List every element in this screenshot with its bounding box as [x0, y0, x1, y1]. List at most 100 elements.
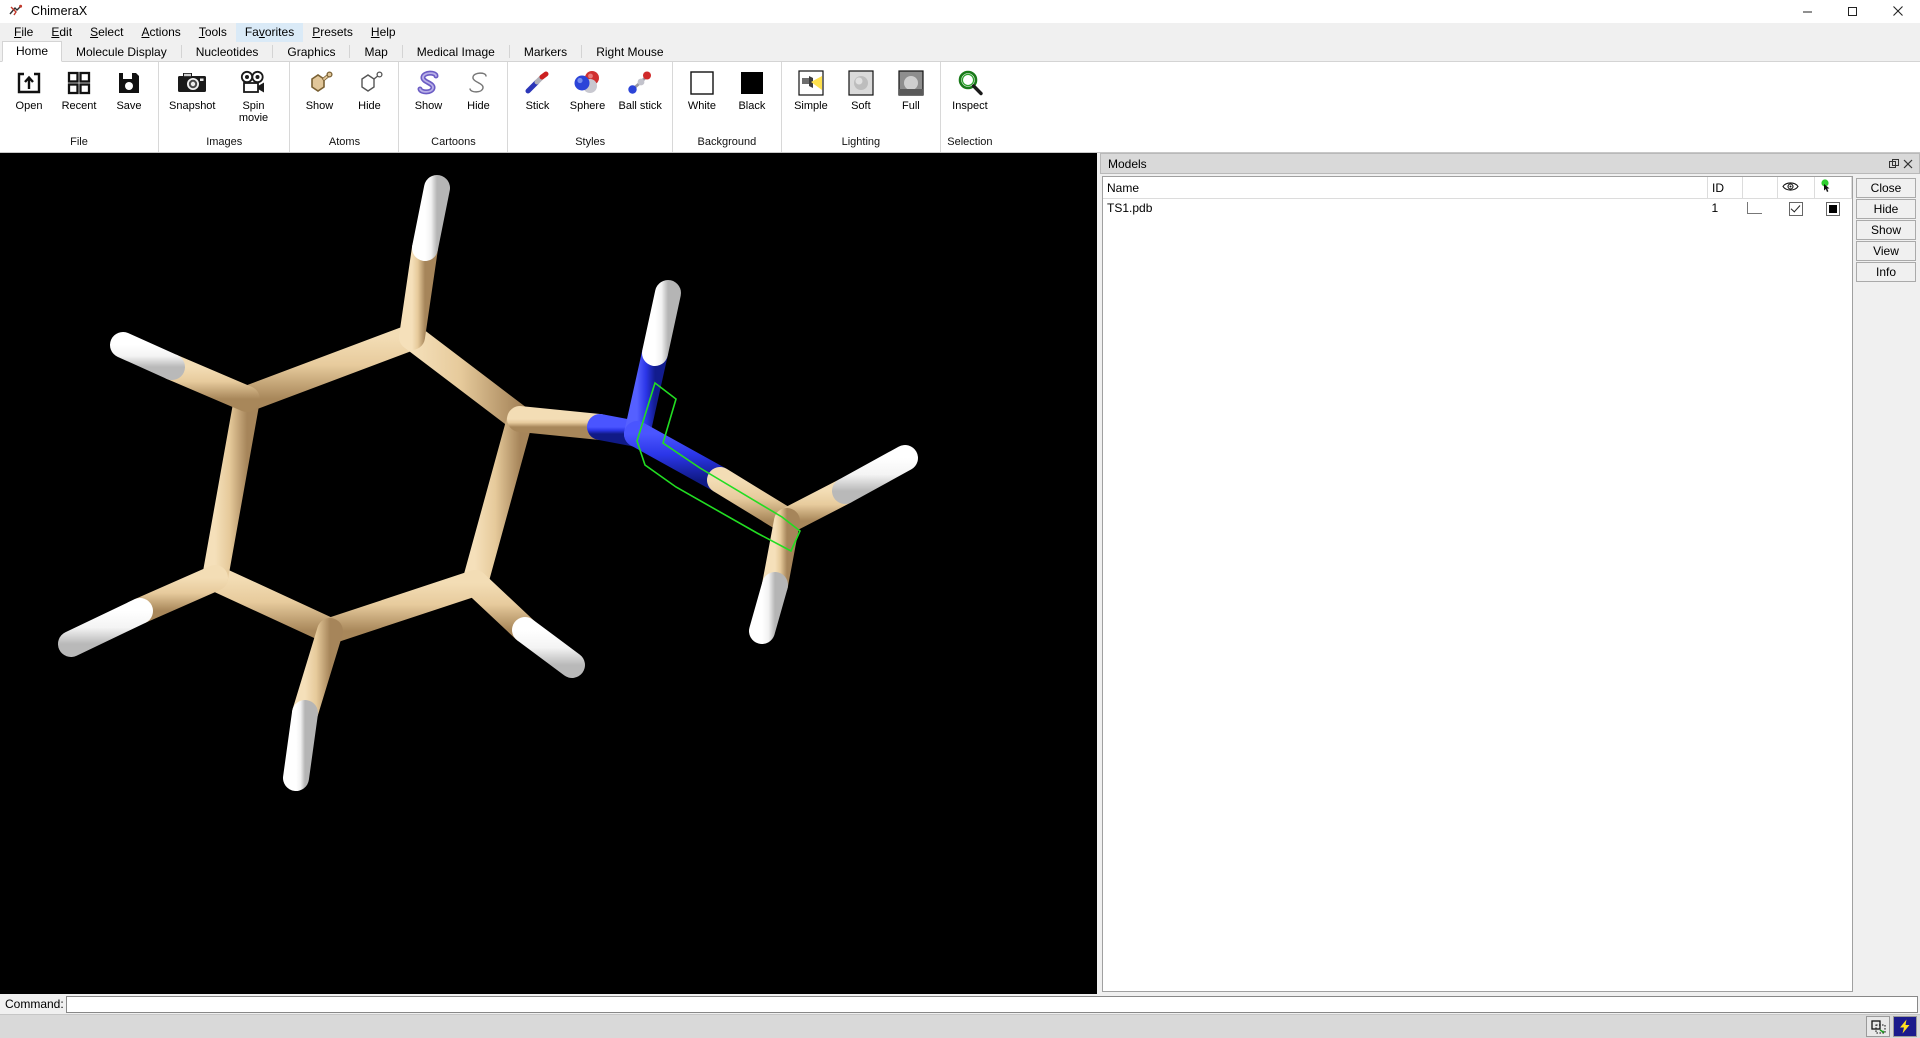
models-panel-title: Models — [1108, 156, 1147, 171]
cartoons-hide-button[interactable]: Hide — [453, 65, 503, 113]
spin-movie-button-label: Spin movie — [238, 100, 269, 124]
lighting-soft-label: Soft — [851, 100, 871, 112]
tab-markers[interactable]: Markers — [510, 42, 581, 62]
minimize-button[interactable] — [1785, 0, 1830, 22]
title-bar-left: ChimeraX — [0, 3, 87, 19]
ball-stick-style-icon — [625, 67, 655, 99]
menu-help[interactable]: Help — [362, 23, 405, 42]
background-black-label: Black — [738, 100, 766, 112]
window-controls — [1785, 0, 1920, 22]
lighting-soft-icon — [847, 67, 875, 99]
column-header-name[interactable]: Name — [1103, 177, 1708, 199]
open-button[interactable]: Open — [4, 65, 54, 113]
lightning-bolt-icon[interactable] — [1893, 1016, 1917, 1037]
cartoon-hide-ribbon-icon — [463, 67, 493, 99]
tab-nucleotides[interactable]: Nucleotides — [182, 42, 273, 62]
ribbon-group-lighting-items: Simple Soft Full — [786, 65, 936, 129]
view-model-button[interactable]: View — [1856, 241, 1916, 261]
visibility-checkbox[interactable] — [1789, 201, 1803, 216]
sphere-style-label: Sphere — [569, 100, 606, 112]
background-white-button[interactable]: White — [677, 65, 727, 113]
model-name-cell[interactable]: TS1.pdb — [1103, 199, 1708, 218]
ribbon-group-lighting: Simple Soft Full Lighting — [780, 62, 940, 152]
table-row[interactable]: TS1.pdb 1 — [1103, 199, 1852, 218]
ribbon-group-images: Snapshot Spin movie Images — [158, 62, 289, 152]
save-button[interactable]: Save — [104, 65, 154, 113]
menu-presets[interactable]: Presets — [303, 23, 362, 42]
chimerax-window: ChimeraX File Edit Select Actions Tools … — [0, 0, 1920, 1038]
tab-home[interactable]: Home — [2, 41, 63, 62]
sphere-style-icon — [572, 67, 602, 99]
info-model-button[interactable]: Info — [1856, 262, 1916, 282]
white-swatch-icon — [688, 67, 716, 99]
ribbon-group-cartoons-items: Show Hide — [403, 65, 503, 129]
ball-stick-style-label: Ball stick — [618, 100, 662, 112]
tab-right-mouse[interactable]: Right Mouse — [582, 42, 677, 62]
menu-bar: File Edit Select Actions Tools Favorites… — [0, 23, 1920, 42]
show-model-button[interactable]: Show — [1856, 220, 1916, 240]
ribbon-group-selection-label: Selection — [947, 136, 993, 148]
menu-select[interactable]: Select — [81, 23, 132, 42]
column-header-visibility[interactable] — [1777, 177, 1815, 199]
tab-molecule-display[interactable]: Molecule Display — [62, 42, 181, 62]
tab-graphics[interactable]: Graphics — [273, 42, 349, 62]
spin-movie-button[interactable]: Spin movie — [221, 65, 285, 124]
models-panel: Models Name ID TS1.pdb 1 Close Hide Show… — [1100, 153, 1920, 994]
atoms-hide-label: Hide — [358, 100, 381, 112]
tab-map[interactable]: Map — [350, 42, 401, 62]
model-color-cell[interactable] — [1815, 199, 1852, 218]
menu-edit[interactable]: Edit — [42, 23, 81, 42]
model-color-swatch[interactable] — [1826, 201, 1840, 216]
maximize-button[interactable] — [1830, 0, 1875, 22]
ribbon-group-file: Open Recent Save File — [0, 62, 158, 152]
recent-button[interactable]: Recent — [54, 65, 104, 113]
molecule-viewport[interactable] — [0, 153, 1097, 994]
panel-close-icon[interactable] — [1901, 157, 1915, 171]
lighting-simple-label: Simple — [794, 100, 828, 112]
tree-corner-icon — [1746, 201, 1762, 214]
lighting-soft-button[interactable]: Soft — [836, 65, 886, 113]
atoms-hide-button[interactable]: Hide — [344, 65, 394, 113]
snapshot-button[interactable]: Snapshot — [163, 65, 221, 113]
command-input[interactable] — [65, 995, 1918, 1013]
ribbon-group-images-items: Snapshot Spin movie — [163, 65, 285, 129]
atoms-show-button[interactable]: Show — [294, 65, 344, 113]
lighting-full-button[interactable]: Full — [886, 65, 936, 113]
sphere-style-button[interactable]: Sphere — [562, 65, 612, 113]
menu-actions[interactable]: Actions — [132, 23, 189, 42]
movie-camera-icon — [236, 67, 270, 99]
ribbon-group-styles-items: Stick Sphere Ball stick — [512, 65, 667, 129]
close-button[interactable] — [1875, 0, 1920, 22]
menu-favorites[interactable]: Favorites — [235, 23, 304, 42]
column-header-select[interactable] — [1814, 177, 1852, 199]
resize-region-icon[interactable] — [1866, 1016, 1890, 1037]
model-tree-marker — [1743, 199, 1778, 218]
cartoons-show-button[interactable]: Show — [403, 65, 453, 113]
ribbon-group-selection-items: Inspect — [945, 65, 995, 129]
chimerax-logo-icon — [8, 3, 24, 19]
black-swatch-icon — [738, 67, 766, 99]
lighting-simple-icon — [797, 67, 825, 99]
inspect-button[interactable]: Inspect — [945, 65, 995, 113]
models-panel-buttons: Close Hide Show View Info — [1853, 176, 1918, 992]
ribbon-group-styles-label: Styles — [575, 136, 606, 148]
hide-model-button[interactable]: Hide — [1856, 199, 1916, 219]
background-black-button[interactable]: Black — [727, 65, 777, 113]
lighting-full-icon — [897, 67, 925, 99]
lighting-simple-button[interactable]: Simple — [786, 65, 836, 113]
ribbon-group-cartoons-label: Cartoons — [431, 136, 476, 148]
stick-style-label: Stick — [525, 100, 550, 112]
ribbon-group-images-label: Images — [206, 136, 243, 148]
title-bar: ChimeraX — [0, 0, 1920, 23]
undock-icon[interactable] — [1887, 157, 1901, 171]
model-visibility-cell[interactable] — [1778, 199, 1815, 218]
stick-style-button[interactable]: Stick — [512, 65, 562, 113]
models-table-wrap: Name ID TS1.pdb 1 — [1102, 176, 1853, 992]
column-header-id[interactable]: ID — [1707, 177, 1743, 199]
close-model-button[interactable]: Close — [1856, 178, 1916, 198]
menu-file[interactable]: File — [5, 23, 42, 42]
ball-stick-style-button[interactable]: Ball stick — [612, 65, 667, 113]
tab-medical-image[interactable]: Medical Image — [403, 42, 509, 62]
menu-tools[interactable]: Tools — [190, 23, 236, 42]
background-white-label: White — [687, 100, 716, 112]
